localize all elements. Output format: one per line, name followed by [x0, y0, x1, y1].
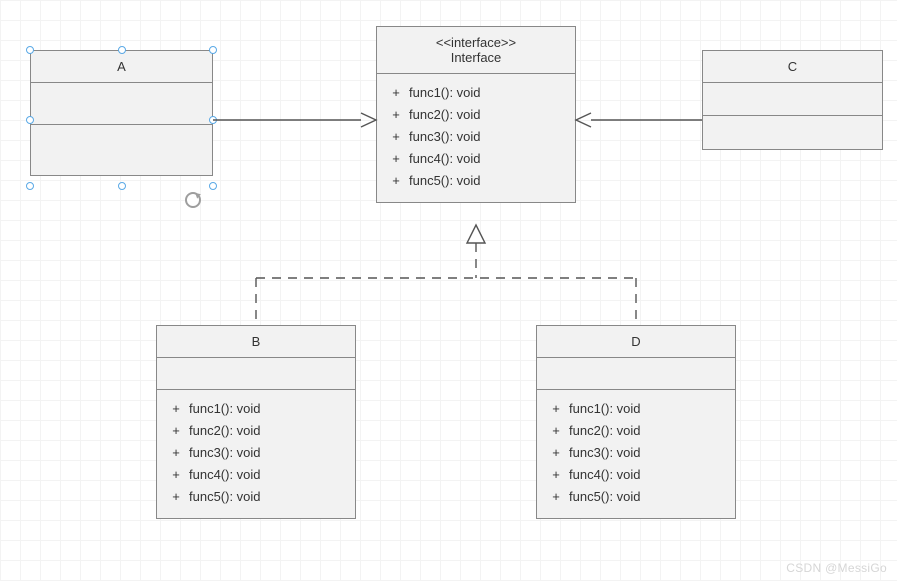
class-box-d[interactable]: D + func1(): void + func2(): void + func…: [536, 325, 736, 519]
method-visibility: +: [387, 82, 405, 104]
selection-handle[interactable]: [26, 182, 34, 190]
method-signature: func1(): void: [185, 398, 345, 420]
class-a-title: A: [31, 51, 212, 83]
method-signature: func2(): void: [185, 420, 345, 442]
method-row: + func1(): void: [167, 398, 345, 420]
method-row: + func5(): void: [547, 486, 725, 508]
class-b-attributes: [157, 358, 355, 390]
class-box-interface[interactable]: <<interface>> Interface + func1(): void …: [376, 26, 576, 203]
method-signature: func5(): void: [565, 486, 725, 508]
method-signature: func3(): void: [405, 126, 565, 148]
edge-c-to-interface[interactable]: [576, 113, 702, 127]
method-row: + func3(): void: [167, 442, 345, 464]
method-row: + func3(): void: [547, 442, 725, 464]
method-visibility: +: [387, 104, 405, 126]
edge-a-to-interface[interactable]: [213, 113, 376, 127]
class-d-attributes: [537, 358, 735, 390]
method-row: + func5(): void: [387, 170, 565, 192]
class-c-operations: [703, 116, 882, 149]
realization-arrowhead: [467, 225, 485, 243]
method-signature: func5(): void: [405, 170, 565, 192]
class-c-name: C: [788, 59, 797, 74]
method-visibility: +: [547, 464, 565, 486]
method-visibility: +: [167, 442, 185, 464]
selection-handle[interactable]: [26, 46, 34, 54]
method-visibility: +: [167, 398, 185, 420]
method-row: + func1(): void: [387, 82, 565, 104]
interface-name: Interface: [451, 50, 502, 65]
rotate-handle[interactable]: [185, 192, 201, 208]
method-row: + func5(): void: [167, 486, 345, 508]
class-box-b[interactable]: B + func1(): void + func2(): void + func…: [156, 325, 356, 519]
class-d-name: D: [631, 334, 640, 349]
class-b-operations: + func1(): void + func2(): void + func3(…: [157, 390, 355, 518]
class-a-operations: [31, 125, 212, 175]
method-signature: func3(): void: [565, 442, 725, 464]
method-row: + func2(): void: [387, 104, 565, 126]
selection-handle[interactable]: [26, 116, 34, 124]
method-row: + func1(): void: [547, 398, 725, 420]
method-signature: func1(): void: [565, 398, 725, 420]
method-visibility: +: [547, 442, 565, 464]
method-visibility: +: [167, 464, 185, 486]
method-row: + func4(): void: [547, 464, 725, 486]
class-c-attributes: [703, 83, 882, 116]
selection-handle[interactable]: [209, 46, 217, 54]
method-visibility: +: [387, 148, 405, 170]
selection-handle[interactable]: [209, 116, 217, 124]
class-a-name: A: [117, 59, 126, 74]
class-box-c[interactable]: C: [702, 50, 883, 150]
edge-realization-trunk[interactable]: [256, 243, 636, 325]
method-visibility: +: [167, 420, 185, 442]
method-signature: func1(): void: [405, 82, 565, 104]
class-c-title: C: [703, 51, 882, 83]
method-signature: func2(): void: [405, 104, 565, 126]
method-signature: func2(): void: [565, 420, 725, 442]
method-visibility: +: [387, 126, 405, 148]
interface-methods: + func1(): void + func2(): void + func3(…: [377, 74, 575, 202]
method-signature: func4(): void: [185, 464, 345, 486]
interface-title-section: <<interface>> Interface: [377, 27, 575, 74]
class-b-title: B: [157, 326, 355, 358]
method-signature: func4(): void: [565, 464, 725, 486]
method-visibility: +: [387, 170, 405, 192]
interface-stereotype: <<interface>>: [383, 35, 569, 50]
method-row: + func4(): void: [387, 148, 565, 170]
method-visibility: +: [547, 486, 565, 508]
selection-handle[interactable]: [118, 182, 126, 190]
method-visibility: +: [547, 398, 565, 420]
class-box-a[interactable]: A: [30, 50, 213, 176]
method-row: + func3(): void: [387, 126, 565, 148]
method-row: + func2(): void: [547, 420, 725, 442]
class-d-operations: + func1(): void + func2(): void + func3(…: [537, 390, 735, 518]
method-row: + func4(): void: [167, 464, 345, 486]
class-d-title: D: [537, 326, 735, 358]
selection-handle[interactable]: [118, 46, 126, 54]
method-signature: func5(): void: [185, 486, 345, 508]
selection-handle[interactable]: [209, 182, 217, 190]
method-visibility: +: [167, 486, 185, 508]
method-signature: func3(): void: [185, 442, 345, 464]
method-visibility: +: [547, 420, 565, 442]
class-b-name: B: [252, 334, 261, 349]
class-a-attributes: [31, 83, 212, 125]
method-row: + func2(): void: [167, 420, 345, 442]
method-signature: func4(): void: [405, 148, 565, 170]
watermark: CSDN @MessiGo: [786, 561, 887, 575]
